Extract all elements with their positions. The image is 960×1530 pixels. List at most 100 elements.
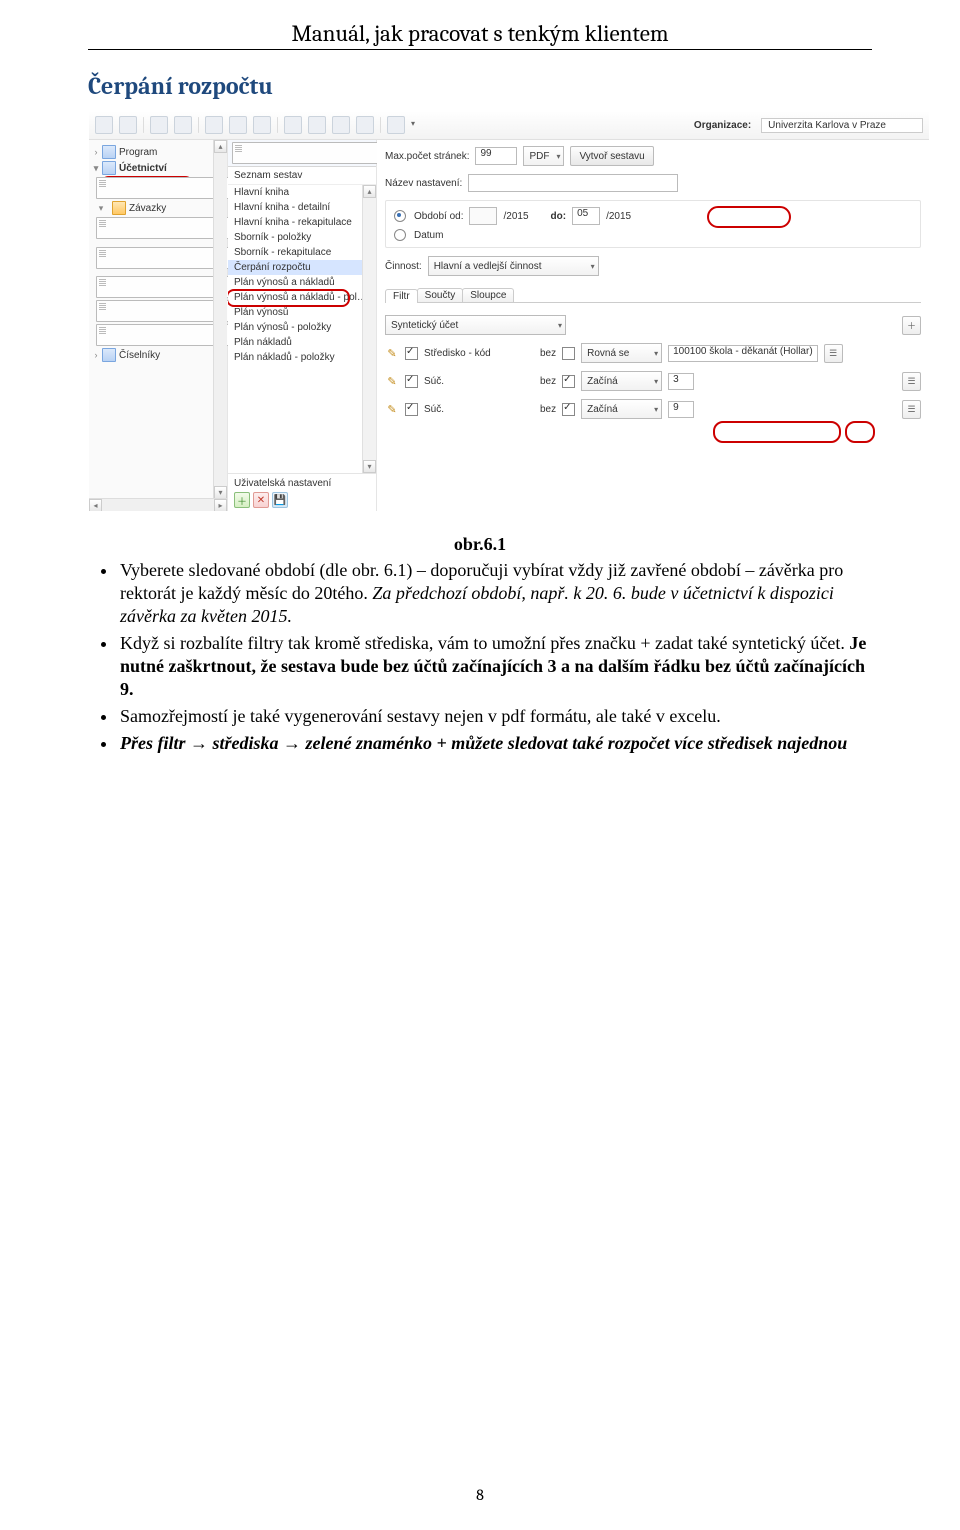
max-pages-label: Max.počet stránek: (385, 151, 469, 162)
period-radio[interactable] (394, 210, 406, 222)
list-item[interactable]: Sborník - rekapitulace (228, 245, 376, 260)
lookup-icon[interactable]: ☰ (902, 372, 921, 391)
tree-hscrollbar[interactable]: ◂ ▸ (89, 498, 227, 512)
save-icon[interactable]: 💾 (272, 492, 288, 508)
tree-item[interactable]: Jiné závazky (89, 323, 227, 347)
panel-tab[interactable]: Účetní sestavy ✕ (228, 140, 376, 167)
operator-select[interactable]: Rovná se (581, 343, 662, 363)
neg-check[interactable] (562, 375, 575, 388)
toolbar-sep (198, 117, 199, 133)
toolbar-icon-7[interactable] (253, 116, 271, 134)
list-item[interactable]: Sborník - položky (228, 230, 376, 245)
add-filter-icon[interactable]: ＋ (902, 316, 921, 335)
name-input[interactable] (468, 174, 678, 192)
operator-select[interactable]: Začíná (581, 399, 662, 419)
activity-select[interactable]: Hlavní a vedlejší činnost (428, 256, 599, 276)
tab-filtr[interactable]: Filtr (385, 289, 418, 303)
text: zelené znaménko + můžete sledovat také r… (306, 733, 848, 753)
toolbar-dropdown-icon[interactable] (411, 117, 421, 133)
neg-check[interactable] (562, 347, 575, 360)
user-settings-footer: Uživatelská nastavení ＋ ✕ 💾 (228, 473, 376, 512)
section-title: Čerpání rozpočtu (88, 72, 872, 100)
expander-icon[interactable]: › (93, 147, 99, 157)
toolbar-icon-last[interactable] (356, 116, 374, 134)
edit-icon[interactable]: ✎ (385, 374, 399, 388)
remove-icon[interactable]: ✕ (253, 492, 269, 508)
tree-label: Číselníky (119, 350, 160, 361)
expander-icon[interactable]: › (93, 350, 99, 360)
report-list: Hlavní kniha Hlavní kniha - detailní Hla… (228, 185, 376, 473)
filter-field-select[interactable]: Syntetický účet (385, 315, 566, 335)
filter-enabled-check[interactable] (405, 403, 418, 416)
period-to-month[interactable]: 05 (572, 207, 600, 225)
list-vscrollbar[interactable]: ▴ ▾ (362, 185, 376, 473)
tab-sloupce[interactable]: Sloupce (462, 288, 514, 302)
toolbar-icon-tools[interactable] (387, 116, 405, 134)
neg-check[interactable] (562, 403, 575, 416)
toolbar-icon-5[interactable] (205, 116, 223, 134)
edit-icon[interactable]: ✎ (385, 402, 399, 416)
generate-button[interactable]: Vytvoř sestavu (570, 146, 653, 166)
toolbar-icon-next[interactable] (332, 116, 350, 134)
list-item[interactable]: Plán nákladů - položky (228, 350, 376, 365)
list-item[interactable]: Plán výnosů a nákladů (228, 275, 376, 290)
tree-item-ciselniky[interactable]: › Číselníky (89, 347, 227, 363)
tree-item[interactable]: Přijaté zálohové faktury (89, 240, 227, 275)
list-item-selected[interactable]: Čerpání rozpočtu (228, 260, 376, 275)
folder-icon (102, 161, 116, 175)
list-item[interactable]: Hlavní kniha - rekapitulace (228, 215, 376, 230)
filter-enabled-check[interactable] (405, 375, 418, 388)
tree-item-ucetnictvi[interactable]: ▾ Účetnictví (89, 160, 227, 176)
folder-icon (102, 348, 116, 362)
tree-item[interactable]: Platební poukazy (89, 299, 227, 323)
tree-item-zavazky[interactable]: ▾ Závazky (89, 200, 227, 216)
tree-vscrollbar[interactable]: ▴ ▾ (213, 140, 227, 512)
running-header: Manuál, jak pracovat s tenkým klientem (88, 20, 872, 50)
tree-item[interactable]: Přijaté dobropisy (89, 275, 227, 299)
toolbar-icon-3[interactable] (150, 116, 168, 134)
tree-label: Program (119, 147, 157, 158)
list-item[interactable]: Plán výnosů a nákladů - položk (228, 290, 376, 305)
tree-item-program[interactable]: › Program (89, 144, 227, 160)
scroll-up-icon[interactable]: ▴ (214, 140, 227, 153)
add-icon[interactable]: ＋ (234, 492, 250, 508)
edit-icon[interactable]: ✎ (385, 346, 399, 360)
tree-label: Závazky (129, 203, 166, 214)
expander-icon[interactable]: ▾ (93, 163, 99, 174)
filter-value-input[interactable]: 3 (668, 373, 694, 390)
list-item[interactable]: Hlavní kniha (228, 185, 376, 200)
org-value[interactable]: Univerzita Karlova v Praze (761, 118, 923, 133)
list-item[interactable]: Plán výnosů - položky (228, 320, 376, 335)
lookup-icon[interactable]: ☰ (824, 344, 843, 363)
filter-value-input[interactable]: 100100 škola - děkanát (Hollar) (668, 345, 818, 362)
period-from-month[interactable] (469, 207, 497, 225)
list-item[interactable]: Plán nákladů (228, 335, 376, 350)
tree-item-ucetni-sestavy[interactable]: Účetní sestavy (89, 176, 227, 200)
toolbar-icon-6[interactable] (229, 116, 247, 134)
operator-select[interactable]: Začíná (581, 371, 662, 391)
scroll-down-icon[interactable]: ▾ (363, 460, 376, 473)
scroll-right-icon[interactable]: ▸ (214, 499, 227, 512)
tab-soucty[interactable]: Součty (417, 288, 464, 302)
max-pages-input[interactable]: 99 (475, 147, 517, 165)
format-select[interactable]: PDF (523, 146, 564, 166)
toolbar-icon-4[interactable] (174, 116, 192, 134)
toolbar-icon-prev[interactable] (308, 116, 326, 134)
filter-enabled-check[interactable] (405, 347, 418, 360)
list-item[interactable]: Plán výnosů (228, 305, 376, 320)
scroll-up-icon[interactable]: ▴ (363, 185, 376, 198)
toolbar-icon-1[interactable] (95, 116, 113, 134)
filter-value-input[interactable]: 9 (668, 401, 694, 418)
list-header: Seznam sestav (228, 167, 376, 185)
name-label: Název nastavení: (385, 178, 462, 189)
lookup-icon[interactable]: ☰ (902, 400, 921, 419)
scroll-left-icon[interactable]: ◂ (89, 499, 102, 512)
date-radio[interactable] (394, 229, 406, 241)
arrow-icon: → (190, 733, 208, 753)
list-item[interactable]: Hlavní kniha - detailní (228, 200, 376, 215)
tree-item[interactable]: Přijaté faktury (89, 216, 227, 240)
toolbar-icon-2[interactable] (119, 116, 137, 134)
figure-label: obr.6.1 (88, 534, 872, 555)
expander-icon[interactable]: ▾ (93, 203, 109, 214)
toolbar-icon-first[interactable] (284, 116, 302, 134)
